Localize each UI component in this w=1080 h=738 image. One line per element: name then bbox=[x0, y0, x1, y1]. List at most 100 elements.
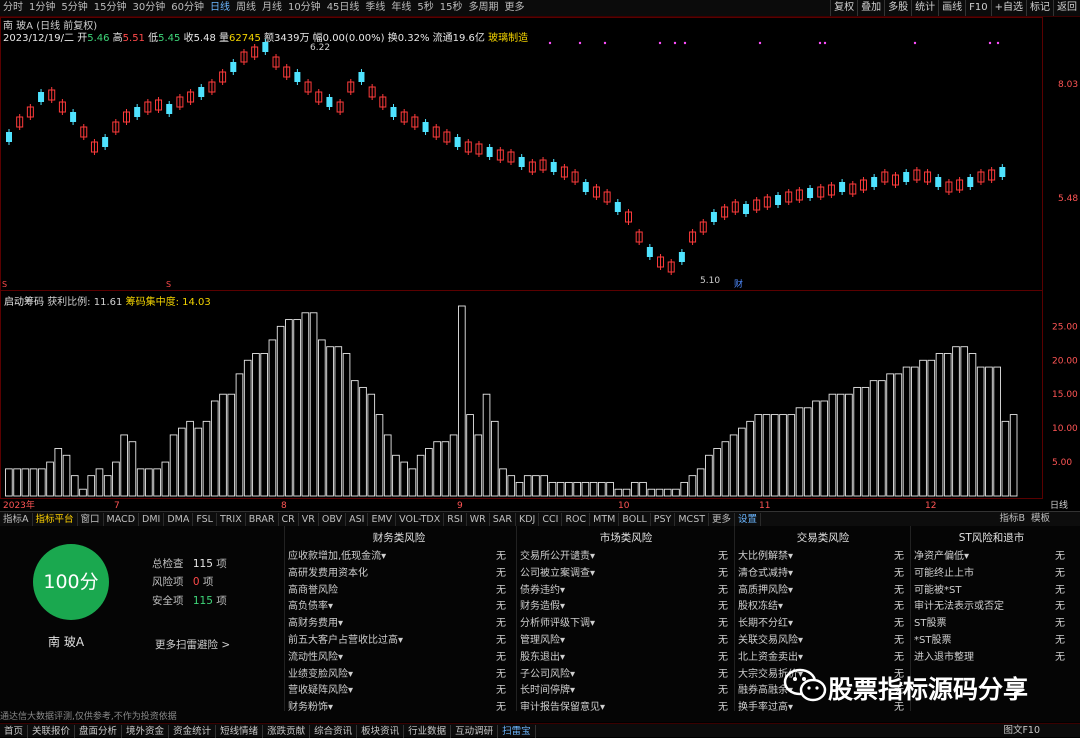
period-tab[interactable]: 1分钟 bbox=[26, 0, 58, 16]
indicator-tab[interactable]: ASI bbox=[346, 513, 369, 527]
risk-item-label[interactable]: 公司被立案调查▾ bbox=[520, 564, 595, 579]
indicator-tab[interactable]: MTM bbox=[590, 513, 620, 527]
risk-item-label[interactable]: 清仓式减持▾ bbox=[738, 564, 793, 579]
risk-item-label[interactable]: 流动性风险▾ bbox=[288, 648, 343, 663]
risk-item-label[interactable]: 高财务费用▾ bbox=[288, 614, 343, 629]
risk-item-label[interactable]: 北上资金卖出▾ bbox=[738, 648, 803, 663]
indicator-tab[interactable]: BOLL bbox=[619, 513, 651, 527]
indicator-tab[interactable]: VR bbox=[299, 513, 319, 527]
indicator-tab[interactable]: 窗口 bbox=[78, 513, 104, 527]
period-tab[interactable]: 5秒 bbox=[414, 0, 436, 16]
toolbar-button[interactable]: 复权 bbox=[830, 0, 857, 16]
indicator-tab[interactable]: MCST bbox=[675, 513, 710, 527]
risk-item-label[interactable]: 营收疑阵风险▾ bbox=[288, 681, 353, 696]
toolbar-button[interactable]: 画线 bbox=[938, 0, 965, 16]
risk-item-label[interactable]: 应收款增加,低现金流▾ bbox=[288, 547, 386, 562]
bottom-nav-item[interactable]: 板块资讯 bbox=[357, 725, 405, 738]
bottom-nav-item[interactable]: 综合资讯 bbox=[310, 725, 358, 738]
period-tab[interactable]: 多周期 bbox=[466, 0, 502, 16]
toolbar-button[interactable]: 统计 bbox=[911, 0, 938, 16]
risk-item-label[interactable]: 关联交易风险▾ bbox=[738, 631, 803, 646]
indicator-tab[interactable]: EMV bbox=[368, 513, 397, 527]
risk-item-label[interactable]: 分析师评级下调▾ bbox=[520, 614, 595, 629]
indicator-tab[interactable]: CCI bbox=[539, 513, 563, 527]
indicator-tab[interactable]: RSI bbox=[444, 513, 467, 527]
period-tab[interactable]: 周线 bbox=[233, 0, 259, 16]
indicator-tab[interactable]: CR bbox=[279, 513, 299, 527]
period-tab[interactable]: 日线 bbox=[207, 0, 233, 16]
risk-item-label[interactable]: 审计报告保留意见▾ bbox=[520, 698, 605, 713]
risk-item-label[interactable]: 高负债率▾ bbox=[288, 597, 333, 612]
indicator-tab[interactable]: ROC bbox=[562, 513, 591, 527]
indicator-tab[interactable]: TRIX bbox=[217, 513, 246, 527]
risk-item-label[interactable]: 子公司风险▾ bbox=[520, 665, 575, 680]
bottom-nav-item[interactable]: 资金统计 bbox=[169, 725, 217, 738]
period-tab[interactable]: 年线 bbox=[388, 0, 414, 16]
risk-item-label[interactable]: 业绩变脸风险▾ bbox=[288, 665, 353, 680]
toolbar-button[interactable]: 多股 bbox=[884, 0, 911, 16]
period-tab[interactable]: 更多 bbox=[502, 0, 528, 16]
toolbar-button[interactable]: 叠加 bbox=[857, 0, 884, 16]
indicator-tab[interactable]: BRAR bbox=[246, 513, 279, 527]
template-tab[interactable]: 指标B bbox=[996, 512, 1028, 526]
indicator-tab[interactable]: 设置 bbox=[735, 513, 762, 527]
indicator-tab[interactable]: OBV bbox=[319, 513, 347, 527]
period-tab[interactable]: 5分钟 bbox=[58, 0, 90, 16]
indicator-tab[interactable]: DMI bbox=[139, 513, 165, 527]
bottom-nav-item[interactable]: 首页 bbox=[0, 725, 29, 738]
indicator-tab[interactable]: PSY bbox=[651, 513, 676, 527]
indicator-tab[interactable]: KDJ bbox=[516, 513, 540, 527]
risk-item-label[interactable]: 可能终止上市 bbox=[914, 564, 974, 579]
bottom-nav-item[interactable]: 行业数据 bbox=[404, 725, 452, 738]
bottom-nav-item[interactable]: 涨跌贡献 bbox=[263, 725, 311, 738]
risk-item-label[interactable]: 高质押风险▾ bbox=[738, 581, 793, 596]
bottom-nav-item[interactable]: 境外资金 bbox=[122, 725, 170, 738]
indicator-tab[interactable]: 指标平台 bbox=[33, 513, 78, 527]
risk-item-label[interactable]: *ST股票 bbox=[914, 631, 951, 646]
indicator-tab[interactable]: DMA bbox=[164, 513, 194, 527]
indicator-tab[interactable]: FSL bbox=[193, 513, 217, 527]
bottom-nav-item[interactable]: 短线情绪 bbox=[216, 725, 264, 738]
bottom-nav-item[interactable]: 扫雷宝 bbox=[498, 725, 536, 738]
bottom-nav-item[interactable]: 盘面分析 bbox=[75, 725, 123, 738]
risk-item-label[interactable]: 股东退出▾ bbox=[520, 648, 565, 663]
bottom-nav-item[interactable]: 互动调研 bbox=[451, 725, 499, 738]
period-tab[interactable]: 15分钟 bbox=[91, 0, 130, 16]
bottom-nav-item[interactable]: 关联报价 bbox=[28, 725, 76, 738]
period-tab[interactable]: 月线 bbox=[259, 0, 285, 16]
risk-item-label[interactable]: 可能被*ST bbox=[914, 581, 961, 596]
risk-item-label[interactable]: 高商誉风险 bbox=[288, 581, 338, 596]
toolbar-button[interactable]: 标记 bbox=[1026, 0, 1053, 16]
risk-item-label[interactable]: 股权冻结▾ bbox=[738, 597, 783, 612]
period-tab[interactable]: 45日线 bbox=[324, 0, 363, 16]
indicator-tab[interactable]: VOL-TDX bbox=[396, 513, 445, 527]
risk-item-label[interactable]: 财务造假▾ bbox=[520, 597, 565, 612]
period-tab[interactable]: 季线 bbox=[362, 0, 388, 16]
indicator-tab[interactable]: 更多 bbox=[709, 513, 736, 527]
risk-item-label[interactable]: 进入退市整理 bbox=[914, 648, 974, 663]
risk-item-label[interactable]: 长期不分红▾ bbox=[738, 614, 793, 629]
toolbar-button[interactable]: +自选 bbox=[990, 0, 1026, 16]
risk-item-label[interactable]: 高研发费用资本化 bbox=[288, 564, 368, 579]
period-tab[interactable]: 60分钟 bbox=[168, 0, 207, 16]
risk-item-label[interactable]: ST股票 bbox=[914, 614, 946, 629]
risk-item-label[interactable]: 交易所公开谴责▾ bbox=[520, 547, 595, 562]
period-tab[interactable]: 30分钟 bbox=[129, 0, 168, 16]
template-tab[interactable]: 模板 bbox=[1028, 512, 1053, 526]
risk-item-label[interactable]: 净资产偏低▾ bbox=[914, 547, 969, 562]
f10-link[interactable]: 图文F10 bbox=[999, 724, 1044, 737]
indicator-tab[interactable]: MACD bbox=[104, 513, 140, 527]
risk-item-label[interactable]: 前五大客户占营收比过高▾ bbox=[288, 631, 403, 646]
toolbar-button[interactable]: F10 bbox=[965, 0, 990, 16]
indicator-tab[interactable]: WR bbox=[467, 513, 490, 527]
risk-item-label[interactable]: 长时间停牌▾ bbox=[520, 681, 575, 696]
indicator-tab[interactable]: 指标A bbox=[0, 513, 33, 527]
indicator-tab[interactable]: SAR bbox=[490, 513, 517, 527]
risk-item-label[interactable]: 管理风险▾ bbox=[520, 631, 565, 646]
toolbar-button[interactable]: 返回 bbox=[1053, 0, 1080, 16]
period-tab[interactable]: 分时 bbox=[0, 0, 26, 16]
risk-item-label[interactable]: 财务粉饰▾ bbox=[288, 698, 333, 713]
risk-item-label[interactable]: 大比例解禁▾ bbox=[738, 547, 793, 562]
risk-item-label[interactable]: 审计无法表示或否定 bbox=[914, 597, 1004, 612]
period-tab[interactable]: 10分钟 bbox=[285, 0, 324, 16]
